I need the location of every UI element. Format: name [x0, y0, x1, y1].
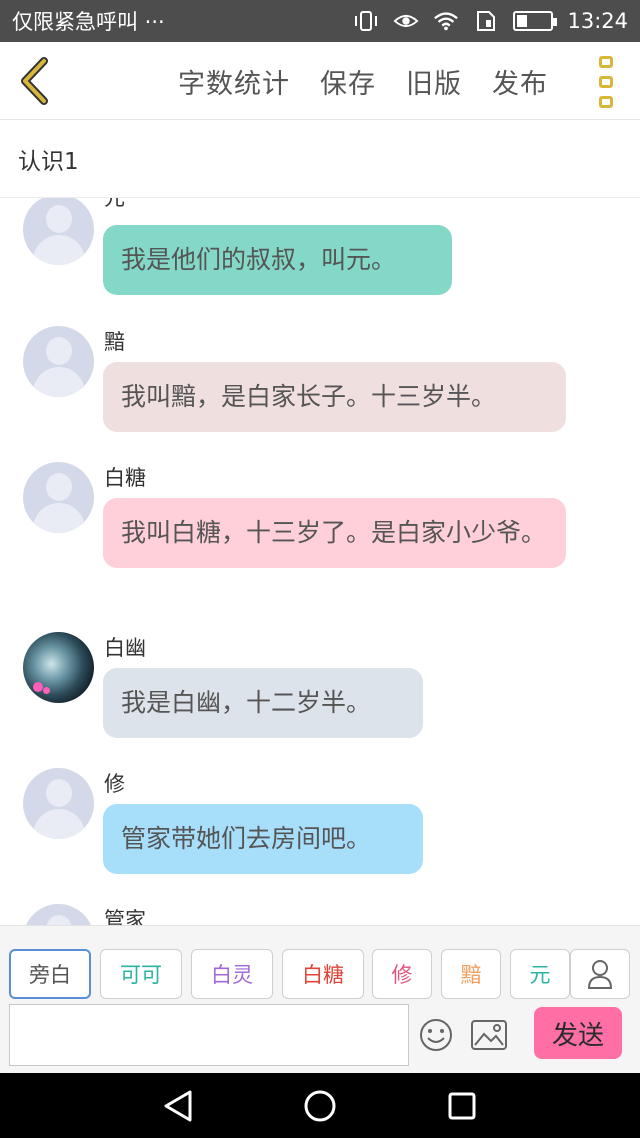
avatar[interactable]: [23, 198, 94, 265]
chevron-left-icon: [21, 57, 48, 105]
back-button[interactable]: [14, 56, 54, 106]
role-chip[interactable]: 白糖: [282, 949, 364, 999]
person-icon: [587, 960, 613, 989]
nav-recents-button[interactable]: [444, 1088, 480, 1124]
avatar[interactable]: [23, 904, 94, 925]
message-bubble[interactable]: 我是白幽，十二岁半。: [103, 668, 423, 738]
more-dot-icon: [599, 56, 613, 68]
speaker-name: 修: [104, 772, 125, 796]
vibrate-icon: [353, 10, 379, 32]
image-icon: [471, 1020, 507, 1050]
circle-home-icon: [304, 1090, 336, 1122]
speaker-name: 白幽: [104, 636, 146, 660]
role-chips: 旁白 可可 白灵 白糖 修 黯 元: [0, 949, 640, 999]
manage-roles-button[interactable]: [570, 949, 630, 999]
speaker-name: 元: [104, 198, 125, 210]
old-version-button[interactable]: 旧版: [406, 62, 462, 101]
save-button[interactable]: 保存: [320, 62, 376, 101]
status-time: 13:24: [567, 9, 628, 33]
insert-image-button[interactable]: [470, 1019, 508, 1051]
nav-home-button[interactable]: [302, 1088, 338, 1124]
triangle-back-icon: [164, 1090, 192, 1122]
message-bubble[interactable]: 管家带她们去房间吧。: [103, 804, 423, 874]
speaker-name: 管家: [104, 908, 146, 925]
send-button[interactable]: 发送: [534, 1007, 622, 1059]
avatar[interactable]: [23, 632, 94, 703]
toolbar-actions: 字数统计 保存 旧版 发布: [178, 42, 548, 120]
avatar[interactable]: [23, 462, 94, 533]
square-recents-icon: [448, 1092, 476, 1120]
chapter-title-text: 认识1: [18, 148, 79, 175]
chapter-title[interactable]: 认识1: [0, 120, 640, 198]
wifi-icon: [433, 10, 459, 32]
sim-icon: [473, 10, 499, 32]
role-chip[interactable]: 白灵: [191, 949, 273, 999]
emoji-button[interactable]: [418, 1017, 454, 1053]
status-bar: 仅限紧急呼叫 ··· 13:24: [0, 0, 640, 42]
system-nav-bar: [0, 1073, 640, 1138]
chat-list[interactable]: 元 我是他们的叔叔，叫元。 黯 我叫黯，是白家长子。十三岁半。 白糖 我叫白糖，…: [0, 198, 640, 925]
speaker-name: 白糖: [104, 466, 146, 490]
status-icons: 13:24: [353, 9, 628, 33]
role-chip[interactable]: 黯: [441, 949, 501, 999]
message-bubble[interactable]: 我是他们的叔叔，叫元。: [103, 225, 452, 295]
message-input[interactable]: [9, 1004, 409, 1066]
message-bubble[interactable]: 我叫黯，是白家长子。十三岁半。: [103, 362, 566, 432]
eye-icon: [393, 10, 419, 32]
role-chip-narrator[interactable]: 旁白: [9, 949, 91, 999]
message-bubble[interactable]: 我叫白糖，十三岁了。是白家小少爷。: [103, 498, 566, 568]
publish-button[interactable]: 发布: [492, 62, 548, 101]
more-dot-icon: [599, 76, 613, 88]
role-chip[interactable]: 可可: [100, 949, 182, 999]
avatar[interactable]: [23, 768, 94, 839]
more-dot-icon: [599, 96, 613, 108]
avatar[interactable]: [23, 326, 94, 397]
compose-bar: 旁白 可可 白灵 白糖 修 黯 元 发送: [0, 925, 640, 1073]
role-chip[interactable]: 修: [372, 949, 432, 999]
smiley-icon: [420, 1019, 452, 1051]
battery-icon: [513, 11, 558, 31]
nav-back-button[interactable]: [160, 1088, 196, 1124]
editor-toolbar: 字数统计 保存 旧版 发布: [0, 42, 640, 120]
more-menu-button[interactable]: [592, 56, 620, 108]
role-chip[interactable]: 元: [510, 949, 570, 999]
speaker-name: 黯: [104, 330, 125, 354]
status-carrier-text: 仅限紧急呼叫 ···: [12, 10, 165, 34]
word-count-button[interactable]: 字数统计: [178, 62, 290, 101]
